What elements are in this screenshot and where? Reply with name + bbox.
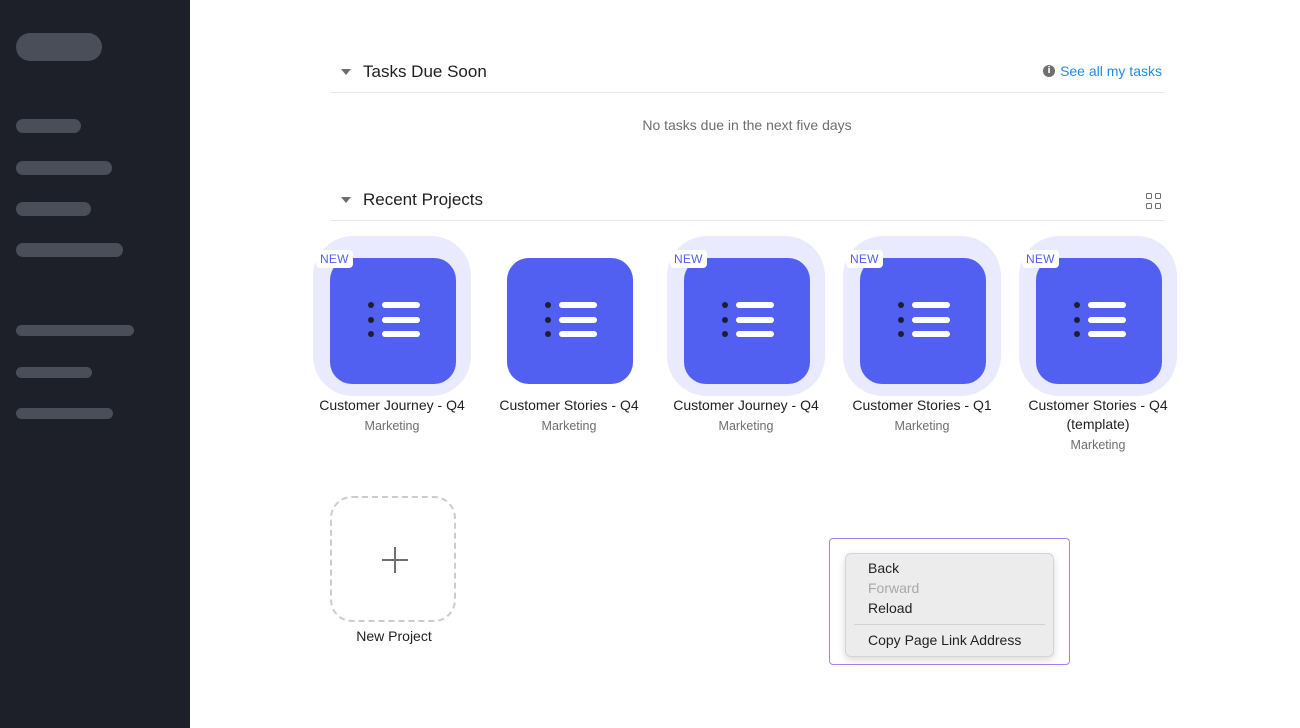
projects-section-title: Recent Projects <box>363 189 483 209</box>
new-project-button[interactable] <box>330 496 456 622</box>
info-icon: i <box>1043 65 1056 77</box>
project-tile[interactable] <box>507 258 633 384</box>
context-menu: Back Forward Reload Copy Page Link Addre… <box>845 553 1054 657</box>
context-menu-divider <box>854 624 1045 625</box>
project-tile[interactable] <box>1036 258 1162 384</box>
sidebar <box>0 0 190 728</box>
project-team: Marketing <box>718 419 774 433</box>
list-icon <box>722 302 774 340</box>
project-card[interactable]: Customer Stories - Q4 Marketing <box>485 236 653 433</box>
collapse-caret-icon[interactable] <box>341 68 351 75</box>
sidebar-item-1[interactable] <box>16 119 81 133</box>
project-name[interactable]: Customer Journey - Q4 <box>308 396 476 415</box>
sidebar-item-4[interactable] <box>16 243 123 257</box>
list-icon <box>545 302 597 340</box>
new-project-card[interactable]: New Project <box>330 496 458 644</box>
project-team: Marketing <box>541 419 597 433</box>
context-menu-forward: Forward <box>868 580 920 596</box>
project-team: Marketing <box>364 419 420 433</box>
sidebar-item-5[interactable] <box>16 325 134 336</box>
see-all-tasks-label: See all my tasks <box>1060 63 1162 79</box>
new-badge: NEW <box>316 250 353 268</box>
project-name[interactable]: Customer Stories - Q4 (template) <box>1014 396 1182 434</box>
collapse-caret-icon[interactable] <box>341 196 351 203</box>
logo-placeholder[interactable] <box>16 33 102 61</box>
new-project-label: New Project <box>356 628 432 644</box>
project-card[interactable]: NEW Customer Journey - Q4 Marketing <box>308 236 476 433</box>
project-team: Marketing <box>894 419 950 433</box>
tasks-section-title: Tasks Due Soon <box>363 61 487 81</box>
new-badge: NEW <box>1022 250 1059 268</box>
sidebar-item-7[interactable] <box>16 408 113 419</box>
new-badge: NEW <box>846 250 883 268</box>
context-menu-highlight: Back Forward Reload Copy Page Link Addre… <box>829 538 1070 665</box>
project-tile[interactable] <box>330 258 456 384</box>
projects-section-header: Recent Projects <box>330 179 1164 221</box>
sidebar-item-2[interactable] <box>16 161 112 175</box>
list-icon <box>368 302 420 340</box>
list-icon <box>1074 302 1126 340</box>
see-all-tasks-link[interactable]: i See all my tasks <box>1043 63 1162 79</box>
context-menu-copy-link[interactable]: Copy Page Link Address <box>846 630 1053 650</box>
list-icon <box>898 302 950 340</box>
project-card[interactable]: NEW Customer Stories - Q1 Marketing <box>838 236 1006 433</box>
new-badge: NEW <box>670 250 707 268</box>
project-name[interactable]: Customer Stories - Q4 <box>485 396 653 415</box>
project-team: Marketing <box>1070 438 1126 452</box>
main-content: Tasks Due Soon i See all my tasks No tas… <box>190 0 1300 728</box>
project-tile[interactable] <box>684 258 810 384</box>
sidebar-item-3[interactable] <box>16 202 91 216</box>
project-name[interactable]: Customer Stories - Q1 <box>838 396 1006 415</box>
grid-view-icon[interactable] <box>1146 193 1162 209</box>
context-menu-back[interactable]: Back <box>846 558 1053 578</box>
tasks-empty-message: No tasks due in the next five days <box>642 117 852 133</box>
project-card[interactable]: NEW Customer Stories - Q4 (template) Mar… <box>1014 236 1182 452</box>
project-tile[interactable] <box>860 258 986 384</box>
project-card[interactable]: NEW Customer Journey - Q4 Marketing <box>662 236 830 433</box>
project-name[interactable]: Customer Journey - Q4 <box>662 396 830 415</box>
sidebar-item-6[interactable] <box>16 367 92 378</box>
context-menu-reload[interactable]: Reload <box>846 598 1053 618</box>
tasks-section-header: Tasks Due Soon i See all my tasks <box>330 51 1164 93</box>
